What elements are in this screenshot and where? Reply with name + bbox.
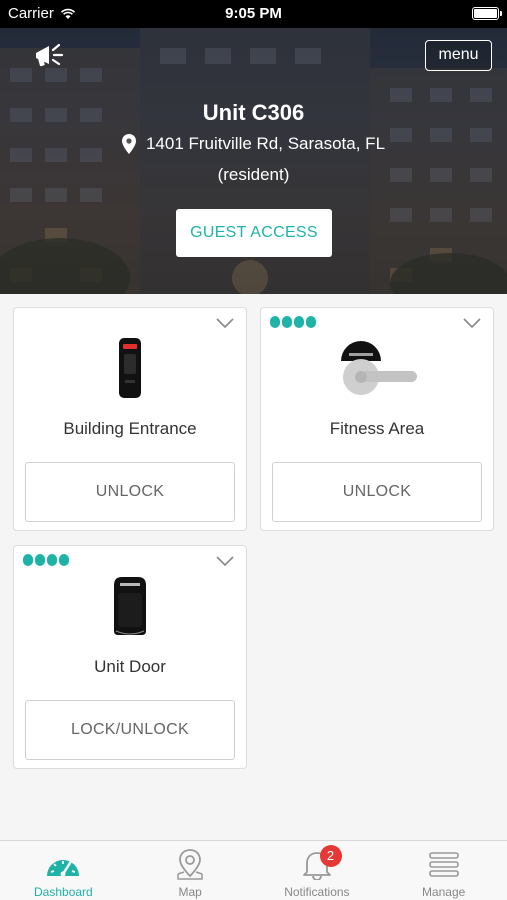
device-card-fitness-area: Fitness Area UNLOCK [260,307,494,531]
lever-lock-icon [341,341,417,395]
tab-manage[interactable]: Manage [380,841,507,900]
deadbolt-lock-icon [114,577,146,635]
tab-label: Map [178,885,202,899]
bottom-tab-bar: Dashboard Map 2 Notifications Manage [0,840,507,900]
tab-notifications[interactable]: 2 Notifications [254,841,381,900]
tab-label: Notifications [284,885,350,899]
menu-button[interactable]: menu [425,40,492,71]
status-bar: Carrier 9:05 PM [0,0,507,28]
status-time: 9:05 PM [225,5,282,22]
device-card-unit-door: Unit Door LOCK/UNLOCK [13,545,247,769]
manage-icon [428,852,459,877]
chevron-down-icon[interactable] [215,554,235,568]
map-pin-icon [177,849,203,880]
tab-label: Dashboard [34,885,93,899]
lock-unlock-button[interactable]: LOCK/UNLOCK [25,700,235,760]
device-image [14,336,246,400]
unit-title: Unit C306 [202,100,305,125]
tab-label: Manage [421,885,466,899]
unlock-button[interactable]: UNLOCK [272,462,482,522]
resident-role: (resident) [217,165,290,184]
megaphone-icon[interactable] [32,40,66,70]
chevron-down-icon[interactable] [462,316,482,330]
battery-level-indicator [23,554,69,566]
device-name: Unit Door [94,657,166,676]
address-text: 1401 Fruitville Rd, Sarasota, FL [145,134,386,153]
property-header: menu Unit C306 1401 Fruitville Rd, Saras… [0,28,507,294]
device-name: Building Entrance [63,419,197,438]
card-reader-icon [119,338,141,398]
battery-icon [472,7,502,20]
tab-map[interactable]: Map [127,841,254,900]
dashboard-icon [47,860,80,877]
tab-dashboard[interactable]: Dashboard [0,841,127,900]
guest-access-button[interactable]: GUEST ACCESS [176,209,332,257]
unlock-button[interactable]: UNLOCK [25,462,235,522]
battery-level-indicator [270,316,316,328]
chevron-down-icon[interactable] [215,316,235,330]
address-row: 1401 Fruitville Rd, Sarasota, FL [0,134,507,154]
device-image [14,574,246,638]
notification-badge: 2 [319,845,342,867]
device-name: Fitness Area [329,419,425,438]
location-pin-icon [121,134,136,154]
device-image [261,336,493,400]
device-card-building-entrance: Building Entrance UNLOCK [13,307,247,531]
